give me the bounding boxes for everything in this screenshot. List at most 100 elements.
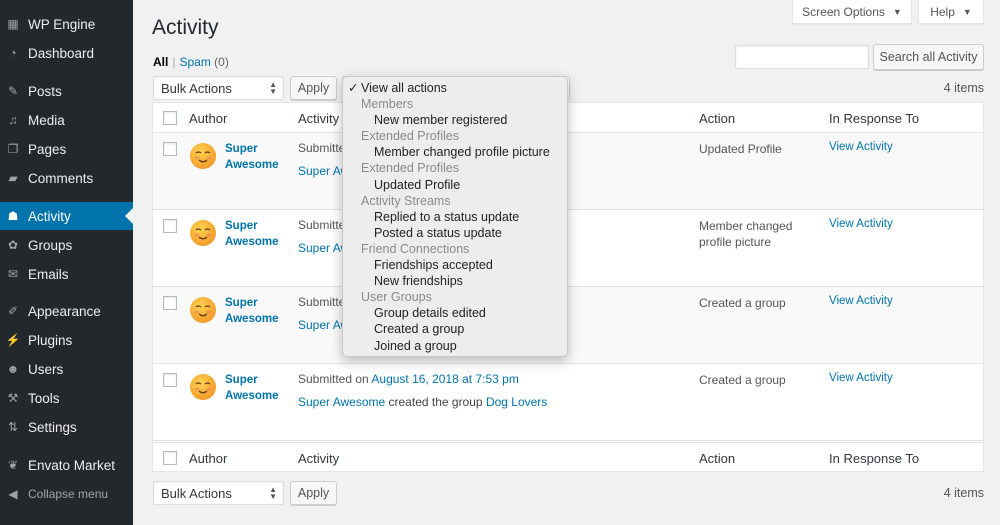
sidebar-item-label: Dashboard — [28, 45, 95, 61]
option-label: User Groups — [361, 290, 432, 305]
submitted-line: Submitted on August 16, 2018 at 7:53 pm — [298, 372, 519, 386]
content-text: created the group — [388, 395, 483, 409]
sidebar-item-wp-engine[interactable]: ▦ WP Engine — [0, 10, 133, 38]
author-link[interactable]: Super Awesome — [225, 372, 295, 404]
sidebar-item-tools[interactable]: ⚒ Tools — [0, 384, 133, 412]
dropdown-option[interactable]: Member changed profile picture — [343, 144, 567, 160]
dropdown-option[interactable]: Friendships accepted — [343, 257, 567, 273]
sidebar-item-appearance[interactable]: ✐ Appearance — [0, 297, 133, 325]
option-label: Extended Profiles — [361, 161, 459, 176]
table-row: Super AwesomeSubmitted on August 16, 201… — [153, 287, 983, 364]
row-checkbox[interactable] — [163, 296, 177, 310]
sidebar-item-users[interactable]: ☻ Users — [0, 355, 133, 383]
author-link[interactable]: Super Awesome — [225, 218, 295, 250]
collapse-icon: ◀ — [8, 487, 18, 501]
bulk-actions-select-bottom[interactable]: Bulk Actions ▲ ▼ — [153, 481, 284, 505]
dropdown-option[interactable]: Replied to a status update — [343, 209, 567, 225]
dropdown-option[interactable]: New member registered — [343, 112, 567, 128]
dropdown-option[interactable]: Created a group — [343, 321, 567, 337]
sidebar-item-groups[interactable]: ✿ Groups — [0, 231, 133, 259]
dropdown-option[interactable]: Group details edited — [343, 305, 567, 321]
caret-down-icon: ▼ — [892, 6, 902, 17]
screen-options-button[interactable]: Screen Options ▼ — [792, 0, 912, 24]
option-label: New member registered — [374, 113, 508, 128]
sidebar-item-label: Emails — [28, 266, 69, 282]
view-activity-link[interactable]: View Activity — [829, 141, 893, 153]
items-count-top: 4 items — [943, 81, 984, 95]
avatar — [190, 143, 216, 169]
sidebar-item-label: Groups — [28, 237, 73, 253]
sidebar-item-plugins[interactable]: ⚡ Plugins — [0, 326, 133, 354]
apply-button-top[interactable]: Apply — [290, 76, 337, 100]
sidebar-item-dashboard[interactable]: ◔ Dashboard — [0, 39, 133, 67]
sidebar-item-collapse-menu[interactable]: ◀ Collapse menu — [0, 480, 133, 508]
media-icon: ♫ — [8, 113, 18, 127]
sidebar-item-label: Activity — [28, 208, 71, 224]
search-input[interactable] — [735, 45, 869, 69]
dropdown-group-label: Friend Connections — [343, 241, 567, 257]
sidebar-item-label: Tools — [28, 390, 60, 406]
pushpin-icon: ✎ — [7, 84, 19, 98]
sidebar-item-pages[interactable]: ❐ Pages — [0, 135, 133, 163]
user-icon: ☻ — [6, 362, 20, 376]
table-row: Super AwesomeSubmitted on August 16, 201… — [153, 133, 983, 210]
filter-all[interactable]: All — [153, 55, 168, 69]
dropdown-option[interactable]: New friendships — [343, 273, 567, 289]
activity-date-link[interactable]: August 16, 2018 at 7:53 pm — [371, 372, 518, 386]
table-row: Super AwesomeSubmitted on August 16, 201… — [153, 210, 983, 287]
author-link[interactable]: Super Awesome — [225, 141, 295, 173]
sidebar-item-media[interactable]: ♫ Media — [0, 106, 133, 134]
bulk-actions-select-top[interactable]: Bulk Actions ▲ ▼ — [153, 76, 284, 100]
activity-table: Author Activity Action In Response To Su… — [152, 102, 984, 472]
help-button[interactable]: Help ▼ — [918, 0, 984, 24]
dropdown-option[interactable]: Joined a group — [343, 338, 567, 354]
option-label: Joined a group — [374, 338, 457, 353]
column-activity: Activity — [298, 111, 340, 126]
row-checkbox[interactable] — [163, 142, 177, 156]
filter-spam[interactable]: Spam — [179, 55, 210, 69]
bulk-actions-value: Bulk Actions — [161, 485, 232, 501]
content-author-link[interactable]: Super Awesome — [298, 395, 385, 409]
dropdown-group-label: Activity Streams — [343, 193, 567, 209]
action-type: Created a group — [699, 296, 786, 310]
sidebar-item-comments[interactable]: ▰ Comments — [0, 164, 133, 192]
screen-options-label: Screen Options — [802, 4, 885, 19]
view-activity-link[interactable]: View Activity — [829, 295, 893, 307]
sidebar-item-envato-market[interactable]: ❦ Envato Market — [0, 451, 133, 479]
content-target-link[interactable]: Dog Lovers — [486, 395, 547, 409]
option-label: View all actions — [361, 81, 447, 95]
avatar — [190, 220, 216, 246]
sidebar-item-activity[interactable]: ☗ Activity — [0, 202, 133, 230]
select-all-checkbox-bottom[interactable] — [163, 451, 177, 465]
option-label: Posted a status update — [374, 225, 502, 240]
column-in-response-to: In Response To — [829, 111, 920, 126]
dropdown-option[interactable]: Posted a status update — [343, 225, 567, 241]
search-button[interactable]: Search all Activity — [873, 44, 984, 70]
bulk-actions-value: Bulk Actions — [161, 80, 232, 96]
sidebar-item-posts[interactable]: ✎ Posts — [0, 77, 133, 105]
apply-button-bottom[interactable]: Apply — [290, 481, 337, 505]
option-label: Updated Profile — [374, 177, 461, 192]
help-label: Help — [930, 4, 955, 19]
table-footer: Author Activity Action In Response To — [153, 442, 983, 472]
sidebar-item-label: Media — [28, 112, 65, 128]
dropdown-option[interactable]: Updated Profile — [343, 177, 567, 193]
dropdown-option[interactable]: ✓ View all actions — [343, 80, 567, 96]
view-activity-link[interactable]: View Activity — [829, 372, 893, 384]
select-all-checkbox[interactable] — [163, 111, 177, 125]
status-filter-links: All | Spam (0) — [153, 55, 229, 69]
select-arrows-icon: ▲ ▼ — [269, 80, 277, 96]
sidebar-item-label: Settings — [28, 419, 77, 435]
author-link[interactable]: Super Awesome — [225, 295, 295, 327]
view-activity-link[interactable]: View Activity — [829, 218, 893, 230]
row-checkbox[interactable] — [163, 219, 177, 233]
row-checkbox[interactable] — [163, 373, 177, 387]
table-header: Author Activity Action In Response To — [153, 103, 983, 133]
sidebar-item-label: Users — [28, 361, 64, 377]
sidebar-item-settings[interactable]: ⇅ Settings — [0, 413, 133, 441]
option-label: Extended Profiles — [361, 129, 459, 144]
page-title: Activity — [152, 16, 219, 39]
sidebar-item-emails[interactable]: ✉ Emails — [0, 260, 133, 288]
option-label: Friendships accepted — [374, 258, 493, 273]
activity-icon: ☗ — [7, 209, 19, 223]
